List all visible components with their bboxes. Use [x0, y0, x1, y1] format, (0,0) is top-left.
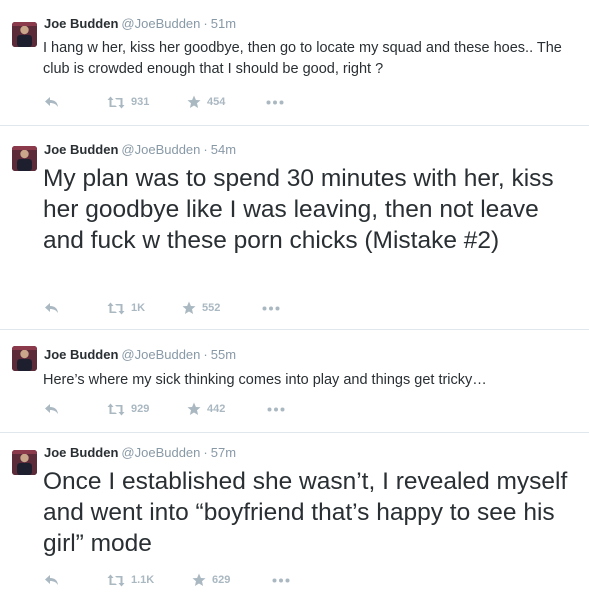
author-name[interactable]: Joe Budden: [44, 445, 118, 460]
favorite-count: 454: [207, 96, 226, 108]
more-button[interactable]: [267, 401, 285, 417]
reply-icon: [44, 302, 59, 314]
reply-icon: [44, 96, 59, 108]
ellipsis-icon: [262, 306, 280, 311]
tweet-4[interactable]: Joe Budden @JoeBudden · 57m Once I establis…: [0, 433, 589, 599]
separator: ·: [203, 142, 208, 157]
reply-button[interactable]: [44, 94, 59, 110]
author-name[interactable]: Joe Budden: [44, 347, 118, 362]
retweet-icon: [107, 302, 125, 315]
favorite-button[interactable]: 442: [187, 401, 225, 417]
author-handle[interactable]: @JoeBudden: [121, 445, 200, 460]
retweet-count: 929: [131, 403, 150, 415]
retweet-count: 931: [131, 96, 150, 108]
tweet-time[interactable]: 57m: [211, 445, 236, 460]
author-name[interactable]: Joe Budden: [44, 142, 118, 157]
tweet-time[interactable]: 54m: [211, 142, 236, 157]
author-name[interactable]: Joe Budden: [44, 16, 118, 31]
ellipsis-icon: [267, 407, 285, 412]
tweet-text: I hang w her, kiss her goodbye, then go …: [43, 40, 562, 77]
reply-button[interactable]: [44, 401, 59, 417]
star-icon: [187, 402, 201, 416]
more-button[interactable]: [262, 300, 280, 316]
favorite-count: 629: [212, 574, 231, 586]
separator: ·: [203, 445, 208, 460]
star-icon: [182, 301, 196, 315]
retweet-button[interactable]: 1K: [107, 300, 145, 316]
avatar[interactable]: [12, 146, 37, 171]
tweet-text: Here’s where my sick thinking comes into…: [43, 372, 487, 388]
tweet-3[interactable]: Joe Budden @JoeBudden · 55m Here’s where my…: [0, 330, 589, 433]
retweet-icon: [107, 574, 125, 587]
ellipsis-icon: [272, 578, 290, 583]
retweet-button[interactable]: 1.1K: [107, 572, 154, 588]
tweet-time[interactable]: 51m: [211, 16, 236, 31]
avatar[interactable]: [12, 450, 37, 475]
favorite-button[interactable]: 552: [182, 300, 220, 316]
tweet-2[interactable]: Joe Budden @JoeBudden · 54m My plan was to …: [0, 126, 589, 330]
favorite-count: 442: [207, 403, 226, 415]
reply-button[interactable]: [44, 300, 59, 316]
retweet-count: 1.1K: [131, 574, 155, 586]
separator: ·: [203, 347, 208, 362]
author-handle[interactable]: @JoeBudden: [121, 347, 200, 362]
favorite-count: 552: [202, 302, 221, 314]
author-handle[interactable]: @JoeBudden: [121, 142, 200, 157]
tweet-text: My plan was to spend 30 minutes with her…: [43, 165, 554, 254]
retweet-icon: [107, 403, 125, 416]
more-button[interactable]: [272, 572, 290, 588]
avatar[interactable]: [12, 22, 37, 47]
separator: ·: [203, 16, 208, 31]
retweet-icon: [107, 96, 125, 109]
star-icon: [192, 573, 206, 587]
tweet-time[interactable]: 55m: [211, 347, 236, 362]
more-button[interactable]: [266, 94, 284, 110]
star-icon: [187, 95, 201, 109]
retweet-button[interactable]: 931: [107, 94, 149, 110]
reply-icon: [44, 574, 59, 586]
reply-button[interactable]: [44, 572, 59, 588]
tweet-1[interactable]: Joe Budden @JoeBudden · 51m I hang w her, k…: [0, 0, 589, 126]
retweet-count: 1K: [131, 302, 146, 314]
ellipsis-icon: [266, 100, 284, 105]
author-handle[interactable]: @JoeBudden: [121, 16, 200, 31]
tweet-text: Once I established she wasn’t, I reveale…: [43, 468, 568, 557]
favorite-button[interactable]: 454: [187, 94, 225, 110]
reply-icon: [44, 403, 59, 415]
retweet-button[interactable]: 929: [107, 401, 149, 417]
favorite-button[interactable]: 629: [192, 572, 230, 588]
avatar[interactable]: [12, 346, 37, 371]
